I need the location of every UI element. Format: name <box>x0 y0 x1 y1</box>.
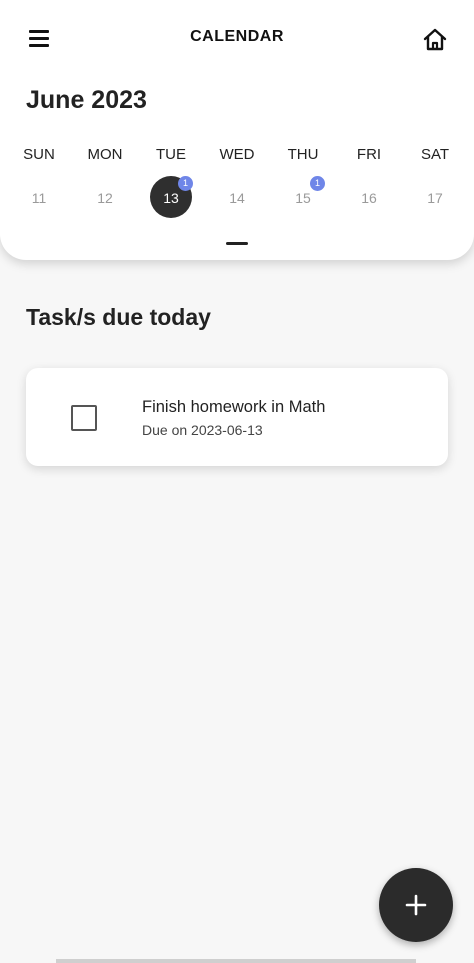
task-title: Finish homework in Math <box>142 398 326 416</box>
task-count-badge: 1 <box>310 176 325 191</box>
page-title: CALENDAR <box>190 28 284 45</box>
day-tue-selected[interactable]: TUE 13 1 <box>138 140 204 220</box>
week-strip: SUN 11 MON 12 TUE 13 1 WED 14 THU 15 1 F… <box>6 140 468 220</box>
plus-icon <box>405 894 427 916</box>
drag-handle[interactable] <box>226 242 248 245</box>
day-number: 15 <box>295 190 311 206</box>
task-card[interactable]: Finish homework in Math Due on 2023-06-1… <box>26 368 448 466</box>
day-name: WED <box>219 146 255 163</box>
day-fri[interactable]: FRI 16 <box>336 140 402 220</box>
day-number: 12 <box>97 190 113 206</box>
task-count-badge: 1 <box>178 176 193 191</box>
day-thu[interactable]: THU 15 1 <box>270 140 336 220</box>
month-title: June 2023 <box>26 86 147 114</box>
app-bar: CALENDAR <box>0 14 474 62</box>
day-number: 16 <box>361 190 377 206</box>
task-due-date: Due on 2023-06-13 <box>142 422 263 438</box>
day-mon[interactable]: MON 12 <box>72 140 138 220</box>
day-name: TUE <box>156 146 186 163</box>
day-number: 11 <box>31 190 47 206</box>
day-number: 17 <box>427 190 443 206</box>
add-task-button[interactable] <box>379 868 453 942</box>
bottom-edge <box>56 959 416 963</box>
day-wed[interactable]: WED 14 <box>204 140 270 220</box>
day-number: 13 <box>163 190 179 206</box>
home-button[interactable] <box>418 24 452 54</box>
section-title: Task/s due today <box>26 304 211 330</box>
day-name: FRI <box>356 146 382 163</box>
day-name: SAT <box>420 146 450 163</box>
calendar-header-card: CALENDAR June 2023 SUN 11 MON 12 TUE 13 … <box>0 0 474 260</box>
day-sat[interactable]: SAT 17 <box>402 140 468 220</box>
day-name: MON <box>87 146 123 163</box>
task-checkbox[interactable] <box>71 405 97 431</box>
day-number: 14 <box>229 190 245 206</box>
home-icon <box>423 28 447 51</box>
day-sun[interactable]: SUN 11 <box>6 140 72 220</box>
day-name: SUN <box>23 146 55 163</box>
day-name: THU <box>287 146 319 163</box>
